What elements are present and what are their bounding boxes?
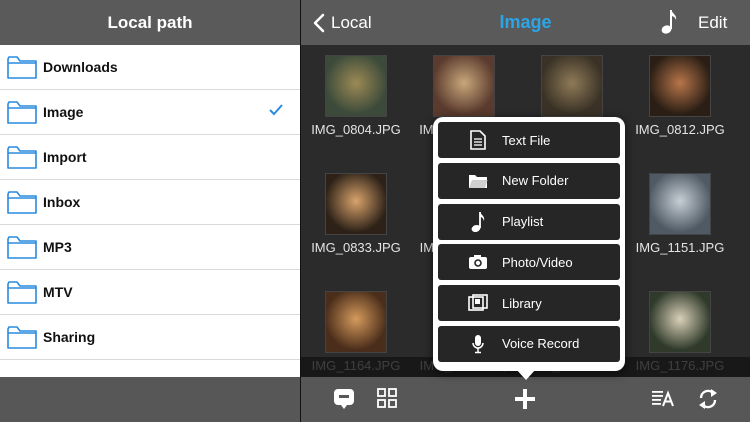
camera-icon [468, 252, 488, 272]
menu-item-library[interactable]: Library [438, 285, 620, 322]
popup-arrow [516, 369, 536, 380]
image-tile[interactable]: IMG_0833.JPG [302, 163, 410, 256]
image-tile[interactable]: IMG_1151.JPG [626, 163, 734, 256]
folder-icon [7, 101, 37, 124]
folder-label: Inbox [43, 194, 81, 210]
image-filename: IMG_0812.JPG [635, 122, 725, 137]
folder-icon [7, 236, 37, 259]
folder-row[interactable]: Sharing [0, 315, 300, 360]
menu-item-label: Library [502, 295, 542, 311]
folder-label: Sharing [43, 329, 96, 345]
folder-row[interactable]: Import [0, 135, 300, 180]
bottom-toolbar [301, 377, 750, 422]
image-tile[interactable]: IMG_0812.JPG [626, 45, 734, 138]
folder-label: Image [43, 104, 84, 120]
image-thumbnail [649, 291, 711, 353]
menu-item-photo-video[interactable]: Photo/Video [438, 244, 620, 281]
edit-button[interactable]: Edit [698, 13, 727, 33]
checkmark-icon [269, 104, 283, 116]
folder-icon [468, 171, 488, 191]
comment-icon[interactable] [333, 388, 355, 410]
folder-icon [7, 56, 37, 79]
image-thumbnail [541, 55, 603, 117]
folder-list: Downloads Image Import Inbox MP3 MTV Sha… [0, 45, 300, 360]
menu-item-label: New Folder [502, 173, 569, 189]
menu-item-label: Text File [502, 132, 551, 148]
image-filename: IMG_0833.JPG [311, 240, 401, 255]
folder-row[interactable]: Inbox [0, 180, 300, 225]
menu-item-voice-record[interactable]: Voice Record [438, 325, 620, 362]
add-menu-popup: Text File New Folder Playlist Photo/Video Li… [433, 117, 625, 371]
folder-label: Import [43, 149, 87, 165]
folder-label: Downloads [43, 59, 118, 75]
image-thumbnail [325, 173, 387, 235]
folder-label: MP3 [43, 239, 72, 255]
folder-row[interactable]: Downloads [0, 45, 300, 90]
panel-title-text: Local path [107, 12, 193, 32]
nav-bar: Local Image Edit [301, 0, 750, 45]
menu-item-text-file[interactable]: Text File [438, 122, 620, 158]
folder-icon [7, 191, 37, 214]
left-toolbar [0, 377, 300, 422]
add-icon[interactable] [514, 388, 536, 410]
local-path-panel: Local path Downloads Image Import Inbox … [0, 0, 300, 422]
folder-row[interactable]: Image [0, 90, 300, 135]
menu-item-label: Photo/Video [502, 254, 573, 270]
image-thumbnail [649, 173, 711, 235]
page-title: Image [499, 12, 552, 32]
folder-label: MTV [43, 284, 73, 300]
menu-item-label: Voice Record [502, 336, 580, 352]
image-filename: IMG_0804.JPG [311, 122, 401, 137]
folder-row[interactable]: MP3 [0, 225, 300, 270]
image-tile[interactable]: IMG_0804.JPG [302, 45, 410, 138]
image-thumbnail [433, 55, 495, 117]
library-icon [468, 293, 488, 313]
image-thumbnail [649, 55, 711, 117]
refresh-icon[interactable] [697, 388, 719, 410]
grid-view-icon[interactable] [377, 388, 397, 408]
folder-icon [7, 326, 37, 349]
music-note-icon [468, 211, 488, 232]
menu-item-new-folder[interactable]: New Folder [438, 162, 620, 199]
music-note-icon[interactable] [657, 8, 679, 36]
sort-icon[interactable] [652, 388, 674, 408]
panel-title: Local path [0, 0, 300, 45]
folder-icon [7, 146, 37, 169]
image-thumbnail [325, 291, 387, 353]
image-filename: IMG_1151.JPG [635, 240, 725, 255]
text-file-icon [468, 130, 488, 150]
image-thumbnail [325, 55, 387, 117]
microphone-icon [468, 334, 488, 354]
menu-item-playlist[interactable]: Playlist [438, 203, 620, 240]
menu-item-label: Playlist [502, 214, 544, 230]
folder-row[interactable]: MTV [0, 270, 300, 315]
folder-icon [7, 281, 37, 304]
